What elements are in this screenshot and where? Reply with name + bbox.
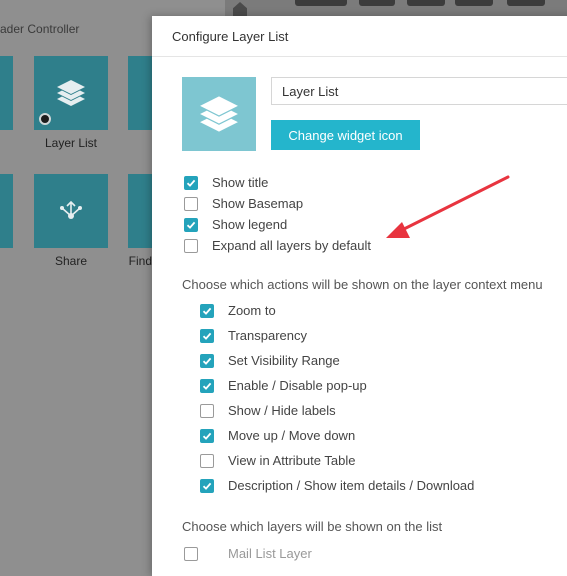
widget-name-input[interactable] (271, 77, 567, 105)
action-label: Show / Hide labels (228, 403, 336, 418)
checkbox[interactable] (200, 328, 214, 343)
dialog-title: Configure Layer List (172, 29, 289, 44)
active-indicator (39, 113, 51, 125)
option-expand-all-layers[interactable]: Expand all layers by default (184, 238, 371, 253)
option-label: Show legend (212, 217, 288, 232)
layers-icon (200, 96, 238, 132)
widget-tile[interactable] (0, 174, 13, 248)
checkbox[interactable] (184, 196, 198, 211)
checkbox[interactable] (200, 453, 214, 468)
tile-label: Share (54, 254, 88, 268)
layer-label: Mail List Layer (228, 546, 312, 561)
action-show-hide-labels[interactable]: Show / Hide labels (200, 403, 336, 418)
checkbox[interactable] (184, 238, 198, 253)
dialog-header: Configure Layer List (152, 16, 567, 57)
home-icon (233, 2, 247, 16)
widget-icon-preview (182, 77, 256, 151)
toolbar-button (507, 0, 545, 6)
actions-heading: Choose which actions will be shown on th… (182, 277, 543, 292)
checkbox[interactable] (200, 353, 214, 368)
checkbox[interactable] (184, 175, 198, 190)
action-label: Description / Show item details / Downlo… (228, 478, 475, 493)
option-show-basemap[interactable]: Show Basemap (184, 196, 303, 211)
widget-tile-find[interactable] (128, 174, 152, 248)
action-set-visibility-range[interactable]: Set Visibility Range (200, 353, 340, 368)
checkbox[interactable] (200, 403, 214, 418)
action-label: Enable / Disable pop-up (228, 378, 367, 393)
option-label: Show Basemap (212, 196, 304, 211)
action-label: View in Attribute Table (228, 453, 356, 468)
toolbar-button (295, 0, 347, 6)
checkbox[interactable] (184, 546, 198, 561)
action-label: Zoom to (228, 303, 276, 318)
change-widget-icon-button[interactable]: Change widget icon (271, 120, 420, 150)
option-show-legend[interactable]: Show legend (184, 217, 287, 232)
share-icon (34, 174, 108, 248)
action-label: Transparency (228, 328, 307, 343)
toolbar-button (407, 0, 445, 6)
option-label: Expand all layers by default (212, 238, 371, 253)
action-transparency[interactable]: Transparency (200, 328, 307, 343)
action-label: Move up / Move down (228, 428, 356, 443)
tile-label: Find (128, 254, 152, 268)
toolbar-button (359, 0, 395, 6)
checkbox[interactable] (200, 478, 214, 493)
widget-tile[interactable] (128, 56, 152, 130)
toolbar-button (455, 0, 493, 6)
action-view-attribute-table[interactable]: View in Attribute Table (200, 453, 355, 468)
action-zoom-to[interactable]: Zoom to (200, 303, 276, 318)
action-label: Set Visibility Range (228, 353, 340, 368)
checkbox[interactable] (200, 303, 214, 318)
layers-heading: Choose which layers will be shown on the… (182, 519, 443, 534)
layer-row[interactable]: Mail List Layer (184, 546, 312, 561)
tile-label: Layer List (44, 136, 98, 150)
widget-tile[interactable] (0, 56, 13, 130)
checkbox[interactable] (184, 217, 198, 232)
checkbox[interactable] (200, 378, 214, 393)
checkbox[interactable] (200, 428, 214, 443)
action-enable-disable-popup[interactable]: Enable / Disable pop-up (200, 378, 367, 393)
widget-tile-share[interactable] (34, 174, 108, 248)
option-show-title[interactable]: Show title (184, 175, 268, 190)
option-label: Show title (212, 175, 269, 190)
widget-tile-layer-list[interactable] (34, 56, 108, 130)
panel-title: ader Controller (0, 22, 80, 36)
configure-dialog: Configure Layer List Change widget icon … (152, 16, 567, 576)
action-move-up-down[interactable]: Move up / Move down (200, 428, 355, 443)
action-description-details-download[interactable]: Description / Show item details / Downlo… (200, 478, 474, 493)
